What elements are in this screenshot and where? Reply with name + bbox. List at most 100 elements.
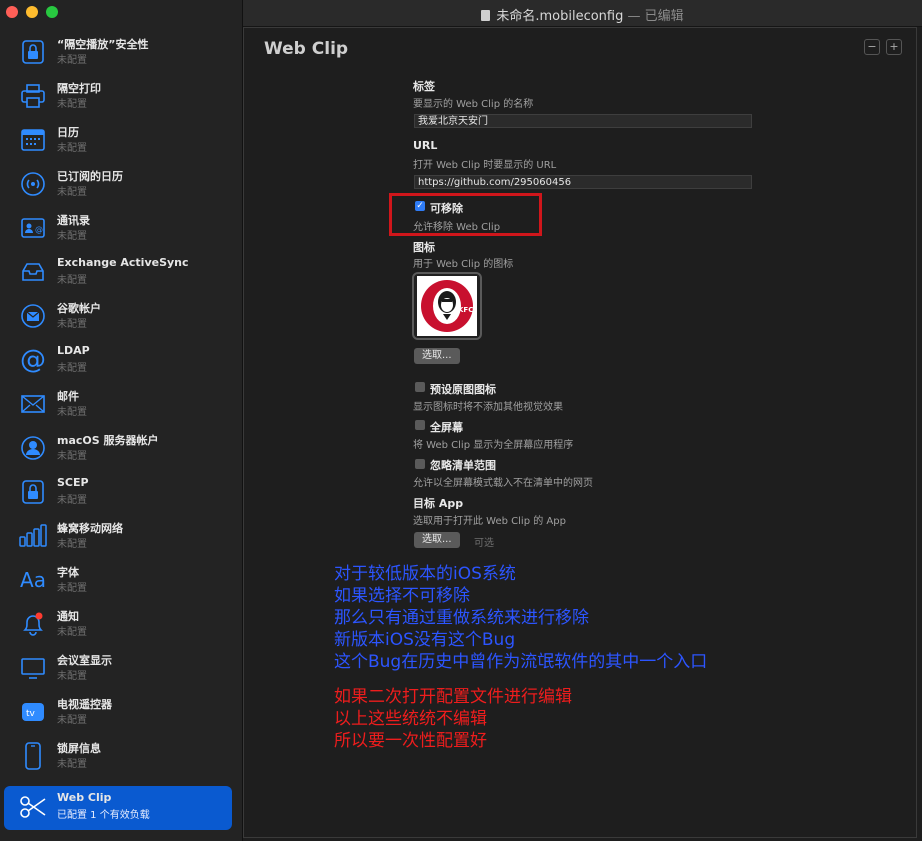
sidebar-item-label: 锁屏信息 bbox=[57, 742, 101, 755]
sidebar-item-status: 未配置 bbox=[57, 231, 87, 242]
annotation-red-line: 所以要一次性配置好 bbox=[334, 731, 487, 751]
web-clip-panel: Web Clip − + 标签 要显示的 Web Clip 的名称 我爱北京天安… bbox=[243, 27, 917, 838]
fullscreen-title: 全屏幕 bbox=[430, 421, 463, 434]
sidebar-item-ldap[interactable]: @ LDAP 未配置 bbox=[4, 339, 232, 383]
fullscreen-checkbox[interactable] bbox=[415, 420, 425, 430]
label-title: 标签 bbox=[413, 80, 435, 93]
sidebar-item-label: 谷歌帐户 bbox=[57, 302, 101, 315]
sidebar-item-scep[interactable]: SCEP 未配置 bbox=[4, 471, 232, 515]
svg-text:@: @ bbox=[35, 225, 43, 234]
close-window-button[interactable] bbox=[6, 6, 18, 18]
sidebar-item-web-clip[interactable]: Web Clip 已配置 1 个有效负载 bbox=[4, 786, 232, 830]
precomposed-checkbox[interactable] bbox=[415, 382, 425, 392]
sidebar-item-status: 未配置 bbox=[57, 715, 87, 726]
annotation-blue-line: 那么只有通过重做系统来进行移除 bbox=[334, 608, 589, 628]
panel-heading: Web Clip bbox=[264, 39, 349, 59]
sidebar-item-status: 已配置 1 个有效负载 bbox=[57, 810, 150, 821]
label-input[interactable]: 我爱北京天安门 bbox=[414, 114, 752, 128]
sidebar-item-airplay-security[interactable]: “隔空播放”安全性 未配置 bbox=[4, 31, 232, 75]
choose-icon-button[interactable]: 选取... bbox=[414, 348, 460, 364]
appletv-icon: tv bbox=[18, 697, 48, 727]
sidebar-item-google-account[interactable]: 谷歌帐户 未配置 bbox=[4, 295, 232, 339]
sidebar-item-status: 未配置 bbox=[57, 187, 87, 198]
edited-status: 已编辑 bbox=[644, 9, 684, 24]
sidebar-item-label: 隔空打印 bbox=[57, 82, 101, 95]
signal-bars-icon bbox=[18, 521, 48, 551]
ignore-scope-title: 忽略清单范围 bbox=[430, 459, 496, 472]
annotation-red-line: 如果二次打开配置文件进行编辑 bbox=[334, 687, 572, 707]
app-window: “隔空播放”安全性 未配置 隔空打印 未配置 日历 未配置 已订阅的日历 未配置 bbox=[0, 0, 922, 841]
choose-target-app-button[interactable]: 选取... bbox=[414, 532, 460, 548]
at-icon: @ bbox=[20, 345, 46, 375]
highlight-box bbox=[389, 193, 542, 236]
precomposed-title: 预设原图图标 bbox=[430, 383, 496, 396]
sidebar-item-status: 未配置 bbox=[57, 99, 87, 110]
icon-well[interactable]: KFC bbox=[412, 272, 482, 340]
annotation-blue-line: 如果选择不可移除 bbox=[334, 586, 470, 606]
sidebar-item-calendar[interactable]: 日历 未配置 bbox=[4, 119, 232, 163]
annotation-blue-line: 这个Bug在历史中曾作为流氓软件的其中一个入口 bbox=[334, 652, 708, 672]
sidebar-item-tv-remote[interactable]: tv 电视遥控器 未配置 bbox=[4, 691, 232, 735]
sidebar-item-status: 未配置 bbox=[57, 451, 87, 462]
sidebar-item-status: 未配置 bbox=[57, 275, 87, 286]
sidebar-item-label: 字体 bbox=[57, 566, 79, 579]
target-app-title: 目标 App bbox=[413, 497, 464, 510]
font-icon: Aa bbox=[20, 568, 46, 592]
sidebar-item-subscribed-calendar[interactable]: 已订阅的日历 未配置 bbox=[4, 163, 232, 207]
kfc-logo-image: KFC bbox=[417, 276, 477, 336]
sidebar-item-status: 未配置 bbox=[57, 319, 87, 330]
sidebar-item-label: “隔空播放”安全性 bbox=[57, 38, 149, 51]
window-title: 未命名.mobileconfig — 已编辑 bbox=[243, 5, 922, 24]
sidebar-item-label: SCEP bbox=[57, 476, 89, 489]
sidebar-item-notifications[interactable]: 通知 未配置 bbox=[4, 603, 232, 647]
minimize-window-button[interactable] bbox=[26, 6, 38, 18]
mail-icon bbox=[18, 389, 48, 419]
ignore-scope-checkbox[interactable] bbox=[415, 459, 425, 469]
remove-payload-button[interactable]: − bbox=[864, 39, 880, 55]
annotation-red-line: 以上这些统统不编辑 bbox=[334, 709, 487, 729]
sidebar-item-conference-display[interactable]: 会议室显示 未配置 bbox=[4, 647, 232, 691]
display-icon bbox=[18, 653, 48, 683]
phone-icon bbox=[18, 741, 48, 771]
printer-icon bbox=[18, 81, 48, 111]
mail-circle-icon bbox=[18, 301, 48, 331]
document-name: 未命名.mobileconfig bbox=[496, 9, 624, 24]
annotation-blue-line: 对于较低版本的iOS系统 bbox=[334, 564, 516, 584]
scissors-icon bbox=[18, 792, 48, 822]
sidebar-item-label: 通讯录 bbox=[57, 214, 90, 227]
calendar-icon bbox=[18, 125, 48, 155]
sidebar-item-cellular[interactable]: 蜂窝移动网络 未配置 bbox=[4, 515, 232, 559]
sidebar-item-mail[interactable]: 邮件 未配置 bbox=[4, 383, 232, 427]
sidebar-item-status: 未配置 bbox=[57, 495, 87, 506]
zoom-window-button[interactable] bbox=[46, 6, 58, 18]
sidebar-item-status: 未配置 bbox=[57, 363, 87, 374]
sidebar-item-exchange[interactable]: Exchange ActiveSync 未配置 bbox=[4, 251, 232, 295]
sidebar-item-label: 日历 bbox=[57, 126, 79, 139]
exchange-icon bbox=[18, 257, 48, 287]
url-title: URL bbox=[413, 139, 438, 152]
lock-icon bbox=[18, 37, 48, 67]
sidebar-item-label: 电视遥控器 bbox=[57, 698, 112, 711]
user-icon bbox=[18, 433, 48, 463]
svg-text:KFC: KFC bbox=[458, 306, 473, 314]
fullscreen-description: 将 Web Clip 显示为全屏幕应用程序 bbox=[413, 440, 574, 451]
sidebar-item-label: Exchange ActiveSync bbox=[57, 256, 189, 269]
label-description: 要显示的 Web Clip 的名称 bbox=[413, 99, 534, 110]
sidebar-item-status: 未配置 bbox=[57, 407, 87, 418]
sidebar-item-fonts[interactable]: Aa 字体 未配置 bbox=[4, 559, 232, 603]
sidebar-item-macos-server[interactable]: macOS 服务器帐户 未配置 bbox=[4, 427, 232, 471]
sidebar-item-airprint[interactable]: 隔空打印 未配置 bbox=[4, 75, 232, 119]
sidebar: “隔空播放”安全性 未配置 隔空打印 未配置 日历 未配置 已订阅的日历 未配置 bbox=[0, 0, 243, 841]
sidebar-item-label: 会议室显示 bbox=[57, 654, 112, 667]
add-payload-button[interactable]: + bbox=[886, 39, 902, 55]
bell-icon bbox=[18, 609, 48, 639]
sidebar-item-status: 未配置 bbox=[57, 55, 87, 66]
title-bar: 未命名.mobileconfig — 已编辑 bbox=[243, 0, 922, 27]
url-input[interactable]: https://github.com/295060456 bbox=[414, 175, 752, 189]
sidebar-item-contacts[interactable]: @ 通讯录 未配置 bbox=[4, 207, 232, 251]
sidebar-item-lock-screen[interactable]: 锁屏信息 未配置 bbox=[4, 735, 232, 779]
svg-text:tv: tv bbox=[26, 709, 36, 719]
icon-title: 图标 bbox=[413, 241, 435, 254]
broadcast-icon bbox=[18, 169, 48, 199]
sidebar-item-label: Web Clip bbox=[57, 791, 112, 804]
